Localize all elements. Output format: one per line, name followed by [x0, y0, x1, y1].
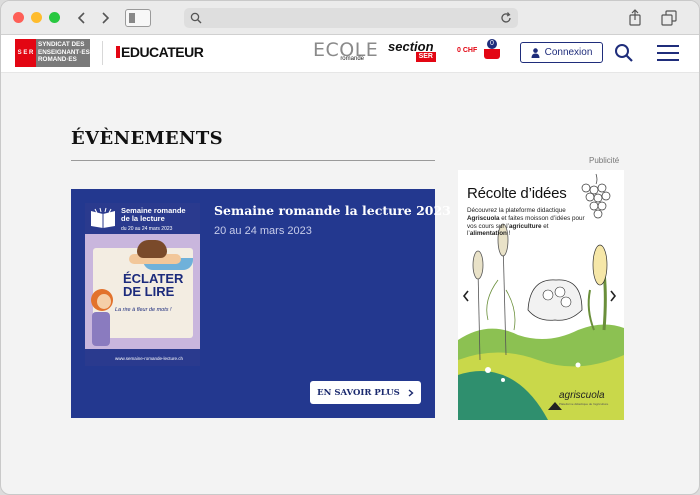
- ad-previous-icon[interactable]: [462, 289, 470, 305]
- event-date: 20 au 24 mars 2023: [214, 225, 312, 237]
- ad-body-part: !: [506, 230, 511, 238]
- back-icon[interactable]: [72, 9, 92, 27]
- ad-body: Découvrez la plateforme didactique Agris…: [467, 207, 585, 238]
- browser-window: S E R SYNDICAT DES ENSEIGNANT·ES ROMAND·…: [0, 0, 700, 495]
- poster-headline: ÉCLATER DE LIRE: [123, 271, 184, 299]
- ser-logo-mark: S E R: [15, 39, 36, 67]
- poster-date: du 20 au 24 mars 2023: [121, 226, 173, 232]
- ad-logo: agriscuola: [559, 390, 605, 401]
- advertisement-banner[interactable]: Récolte d’idées Découvrez la plateforme …: [458, 170, 624, 420]
- ad-logo-subtitle: Plateforme didactique de l'agriculture: [559, 402, 609, 406]
- ad-body-keyword: agriculture: [509, 222, 542, 230]
- ecole-logo-sub: romande: [339, 56, 365, 62]
- educateur-logo-text: EDUCATEUR: [121, 44, 204, 60]
- basket-icon: [484, 49, 500, 59]
- sidebar-toggle-icon[interactable]: [125, 9, 151, 27]
- minimize-window-button[interactable]: [31, 12, 42, 23]
- ser-logo-text: SYNDICAT DES ENSEIGNANT·ES ROMAND·ES: [36, 39, 90, 67]
- ad-next-icon[interactable]: [609, 289, 617, 305]
- learn-more-label: EN SAVOIR PLUS: [317, 387, 400, 398]
- login-button[interactable]: Connexion: [520, 42, 603, 63]
- learn-more-button[interactable]: EN SAVOIR PLUS: [310, 381, 421, 404]
- cart-amount: 0 CHF: [457, 47, 478, 54]
- poster-tagline: La rire à fleur de mots !: [115, 307, 172, 313]
- close-window-button[interactable]: [13, 12, 24, 23]
- cart-button[interactable]: 0: [483, 39, 501, 61]
- login-label: Connexion: [544, 47, 593, 58]
- search-icon: [190, 12, 202, 24]
- tabs-overview-icon[interactable]: [657, 8, 681, 28]
- event-poster[interactable]: Semaine romande de la lecture du 20 au 2…: [85, 203, 200, 366]
- poster-title: Semaine romande de la lecture: [121, 206, 186, 223]
- poster-illustration: ÉCLATER DE LIRE La rire à fleur de mots …: [85, 234, 200, 349]
- educateur-logo[interactable]: EDUCATEUR: [116, 44, 204, 61]
- user-icon: [531, 47, 540, 58]
- cart-count-badge: 0: [487, 39, 497, 49]
- address-bar[interactable]: [184, 8, 518, 28]
- section-logo-tag: SER: [415, 52, 436, 62]
- header-divider: [102, 41, 103, 65]
- search-icon[interactable]: [613, 42, 635, 64]
- zoom-window-button[interactable]: [49, 12, 60, 23]
- poster-girl-body: [92, 312, 110, 346]
- section-ser-logo[interactable]: section SER: [388, 40, 438, 66]
- site-header: S E R SYNDICAT DES ENSEIGNANT·ES ROMAND·…: [1, 35, 699, 73]
- ad-body-keyword: alimentation: [469, 230, 507, 238]
- poster-url: www.semaine-romande-lecture.ch: [85, 352, 200, 366]
- ad-body-part: Découvrez la plateforme didactique: [467, 207, 566, 214]
- poster-girl-face: [97, 294, 111, 309]
- poster-boy-head: [137, 240, 167, 258]
- educateur-logo-mark: [116, 46, 120, 58]
- chevron-right-icon: [408, 388, 414, 397]
- reload-icon[interactable]: [499, 11, 513, 25]
- ecole-romande-logo[interactable]: ECOLE romande: [313, 40, 378, 64]
- ad-body-brand: Agriscuola: [467, 214, 500, 222]
- hamburger-menu-icon[interactable]: [657, 44, 681, 62]
- title-divider: [71, 160, 435, 161]
- forward-icon[interactable]: [95, 9, 115, 27]
- open-book-icon: [91, 207, 115, 228]
- ad-label: Publicité: [589, 156, 620, 165]
- browser-toolbar: [1, 1, 699, 35]
- event-title[interactable]: Semaine romande la lecture 2023: [214, 203, 451, 218]
- ser-logo[interactable]: S E R SYNDICAT DES ENSEIGNANT·ES ROMAND·…: [15, 39, 90, 67]
- share-icon[interactable]: [623, 8, 647, 28]
- ad-headline: Récolte d’idées: [467, 185, 567, 202]
- page-title: ÉVÈNEMENTS: [71, 128, 224, 149]
